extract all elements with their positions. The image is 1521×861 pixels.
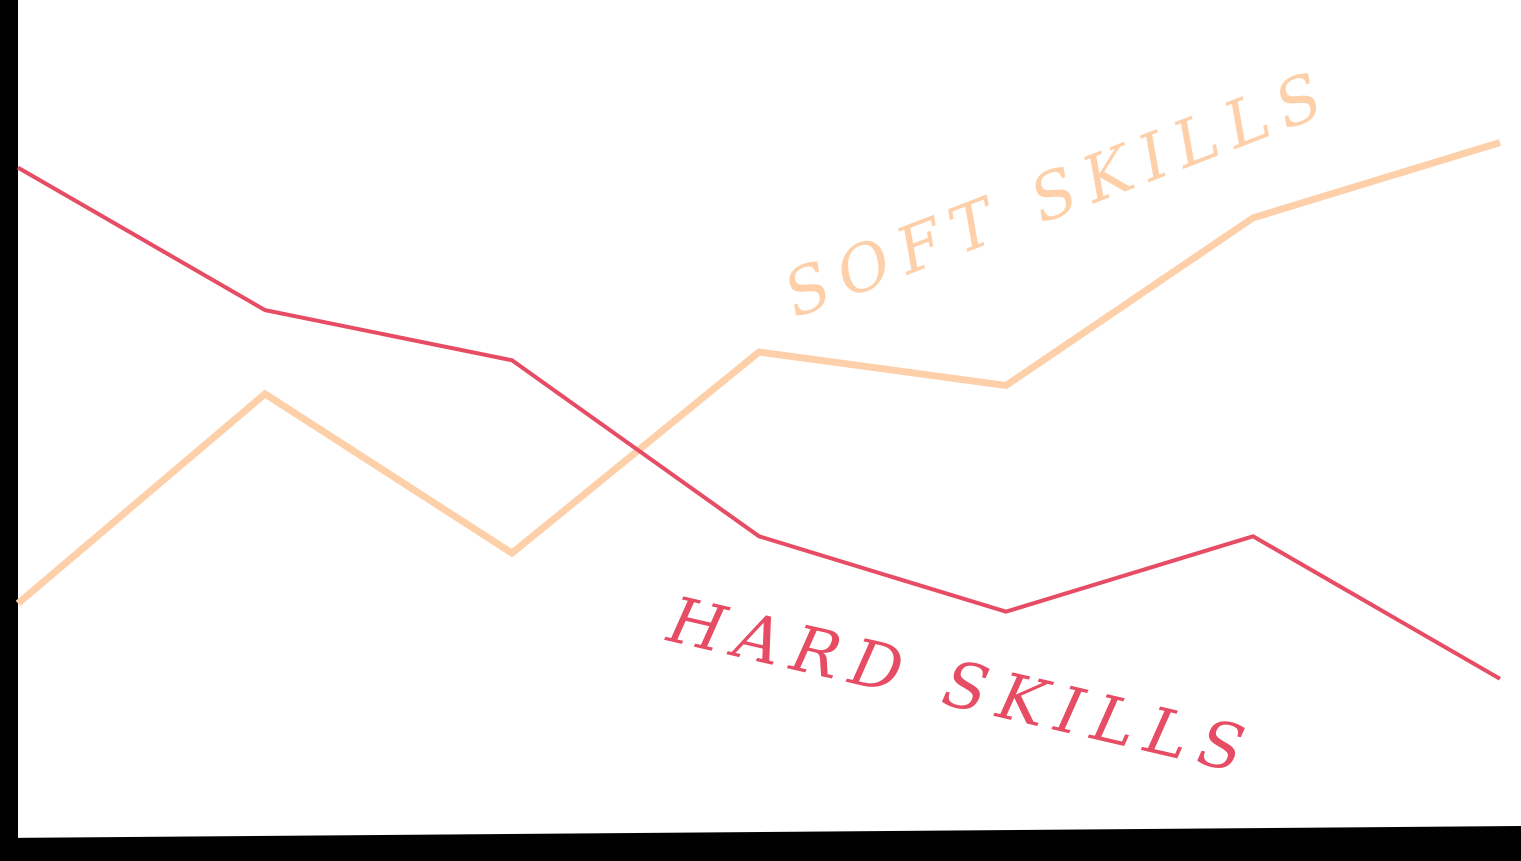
line-chart: SOFT SKILLS HARD SKILLS	[0, 0, 1521, 861]
x-axis-line	[0, 826, 1521, 861]
series-group	[15, 139, 1502, 681]
chart-canvas: SOFT SKILLS HARD SKILLS	[0, 0, 1521, 861]
series-label-hard: HARD SKILLS	[660, 583, 1262, 790]
y-axis-line	[0, 0, 18, 861]
series-label-soft: SOFT SKILLS	[774, 55, 1343, 332]
